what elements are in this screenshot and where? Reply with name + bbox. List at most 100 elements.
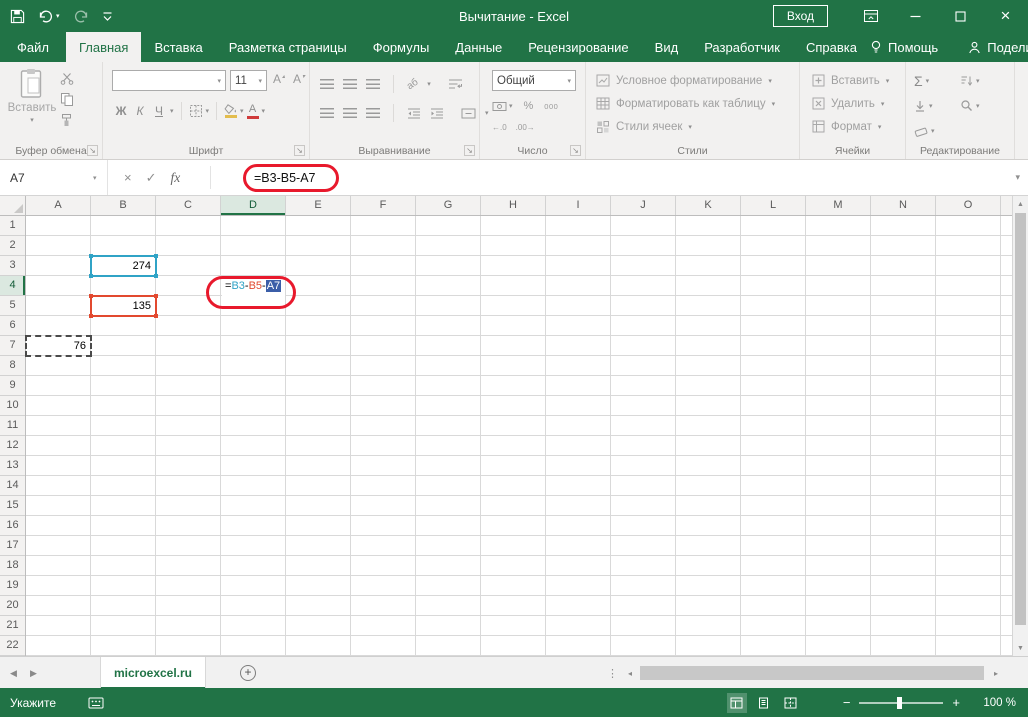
row-header-11[interactable]: 11	[0, 416, 25, 436]
row-header-9[interactable]: 9	[0, 376, 25, 396]
save-icon[interactable]	[10, 9, 25, 24]
column-header-J[interactable]: J	[611, 196, 676, 215]
borders-dropdown-icon[interactable]: ▾	[206, 107, 210, 115]
fill-handle[interactable]	[154, 294, 158, 298]
find-select-button[interactable]: ▾	[960, 93, 980, 118]
page-break-view-icon[interactable]	[781, 693, 801, 713]
ribbon-tab[interactable]: Разметка страницы	[216, 32, 360, 62]
dialog-launcher-icon[interactable]: ↘	[570, 145, 581, 156]
column-header-M[interactable]: M	[806, 196, 871, 215]
column-header-K[interactable]: K	[676, 196, 741, 215]
number-format-combobox[interactable]: Общий ▾	[492, 70, 576, 91]
increase-indent-icon[interactable]	[430, 108, 444, 119]
row-header-13[interactable]: 13	[0, 456, 25, 476]
scroll-up-icon[interactable]: ▲	[1013, 196, 1028, 212]
ribbon-tab[interactable]: Рецензирование	[515, 32, 641, 62]
row-header-10[interactable]: 10	[0, 396, 25, 416]
font-color-icon[interactable]: А	[247, 104, 259, 119]
font-color-dropdown-icon[interactable]: ▾	[262, 107, 266, 115]
row-header-1[interactable]: 1	[0, 216, 25, 236]
page-layout-view-icon[interactable]	[754, 693, 774, 713]
formula-input[interactable]: =B3-B5-A7	[214, 160, 316, 195]
paste-button[interactable]: Вставить ▾	[8, 68, 56, 124]
cells-item[interactable]: Вставить▾	[812, 69, 889, 92]
column-header-N[interactable]: N	[871, 196, 936, 215]
zoom-in-icon[interactable]: +	[952, 696, 960, 709]
ribbon-display-options-icon[interactable]	[848, 0, 893, 32]
dialog-launcher-icon[interactable]: ↘	[87, 145, 98, 156]
dialog-launcher-icon[interactable]: ↘	[464, 145, 475, 156]
ribbon-tab[interactable]: Вид	[642, 32, 692, 62]
row-header-21[interactable]: 21	[0, 616, 25, 636]
sheet-nav-right-icon[interactable]: ▶	[30, 657, 37, 689]
fill-color-dropdown-icon[interactable]: ▾	[240, 107, 244, 115]
tell-me-button[interactable]: Помощь	[870, 40, 938, 55]
column-header-E[interactable]: E	[286, 196, 351, 215]
percent-style-button[interactable]: %	[524, 100, 534, 112]
align-middle-icon[interactable]	[343, 79, 357, 90]
comma-style-button[interactable]: 000	[544, 102, 558, 111]
cells-item[interactable]: Формат▾	[812, 115, 889, 138]
orientation-dropdown-icon[interactable]: ▾	[427, 80, 431, 88]
fill-color-icon[interactable]	[224, 104, 237, 118]
styles-item[interactable]: Стили ячеек▾	[596, 115, 775, 138]
column-header-D[interactable]: D	[221, 196, 286, 215]
column-header-F[interactable]: F	[351, 196, 416, 215]
column-header-B[interactable]: B	[91, 196, 156, 215]
name-box-dropdown-icon[interactable]: ▾	[93, 174, 97, 182]
ribbon-tab[interactable]: Справка	[793, 32, 870, 62]
row-header-12[interactable]: 12	[0, 436, 25, 456]
ribbon-tab[interactable]: Главная	[66, 32, 141, 62]
fill-handle[interactable]	[89, 314, 93, 318]
normal-view-icon[interactable]	[727, 693, 747, 713]
column-header-O[interactable]: O	[936, 196, 1001, 215]
select-all-corner[interactable]	[0, 196, 26, 216]
decrease-decimal-icon[interactable]: .00→	[516, 123, 535, 132]
sign-in-button[interactable]: Вход	[773, 5, 828, 27]
dialog-launcher-icon[interactable]: ↘	[294, 145, 305, 156]
zoom-out-icon[interactable]: −	[843, 696, 851, 709]
zoom-slider[interactable]	[859, 702, 943, 704]
fill-handle[interactable]	[89, 294, 93, 298]
undo-dropdown-icon[interactable]: ▾	[56, 12, 60, 20]
zoom-level-text[interactable]: 100 %	[978, 697, 1016, 709]
accounting-format-icon[interactable]: ▾	[492, 101, 513, 112]
expand-formula-bar-icon[interactable]: ▾	[1015, 160, 1020, 195]
fill-handle[interactable]	[89, 274, 93, 278]
align-bottom-icon[interactable]	[366, 79, 380, 90]
close-button[interactable]: ×	[983, 0, 1028, 32]
paste-dropdown-icon[interactable]: ▾	[30, 116, 34, 124]
row-header-15[interactable]: 15	[0, 496, 25, 516]
customize-qat-icon[interactable]	[102, 10, 113, 22]
format-painter-icon[interactable]	[60, 113, 74, 127]
ribbon-tab[interactable]: Разработчик	[691, 32, 793, 62]
row-header-2[interactable]: 2	[0, 236, 25, 256]
insert-function-icon[interactable]: fx	[171, 170, 181, 186]
cut-icon[interactable]	[60, 72, 74, 85]
fill-handle[interactable]	[154, 254, 158, 258]
cancel-icon[interactable]: ×	[124, 170, 132, 185]
cells-area[interactable]: 27413576=B3-B5-A7	[26, 216, 1012, 656]
align-right-icon[interactable]	[366, 108, 380, 119]
scroll-down-icon[interactable]: ▼	[1013, 640, 1028, 656]
vertical-scrollbar[interactable]: ▲ ▼	[1012, 196, 1028, 656]
decrease-indent-icon[interactable]	[407, 108, 421, 119]
vertical-scrollbar-thumb[interactable]	[1015, 213, 1026, 625]
ribbon-tab[interactable]: Формулы	[360, 32, 443, 62]
clear-button[interactable]: ▾	[914, 118, 935, 143]
row-header-16[interactable]: 16	[0, 516, 25, 536]
name-box[interactable]: A7 ▾	[0, 160, 108, 195]
align-top-icon[interactable]	[320, 79, 334, 90]
row-header-3[interactable]: 3	[0, 256, 25, 276]
increase-font-size-icon[interactable]: А▴	[273, 72, 285, 86]
row-header-22[interactable]: 22	[0, 636, 25, 656]
row-header-17[interactable]: 17	[0, 536, 25, 556]
wrap-text-icon[interactable]	[448, 78, 463, 90]
column-header-L[interactable]: L	[741, 196, 806, 215]
redo-icon[interactable]	[73, 10, 89, 23]
macro-record-icon[interactable]	[88, 697, 104, 709]
row-header-8[interactable]: 8	[0, 356, 25, 376]
zoom-slider-thumb[interactable]	[897, 697, 902, 709]
fill-button[interactable]: ▾	[914, 93, 935, 118]
underline-dropdown-icon[interactable]: ▾	[170, 107, 174, 115]
